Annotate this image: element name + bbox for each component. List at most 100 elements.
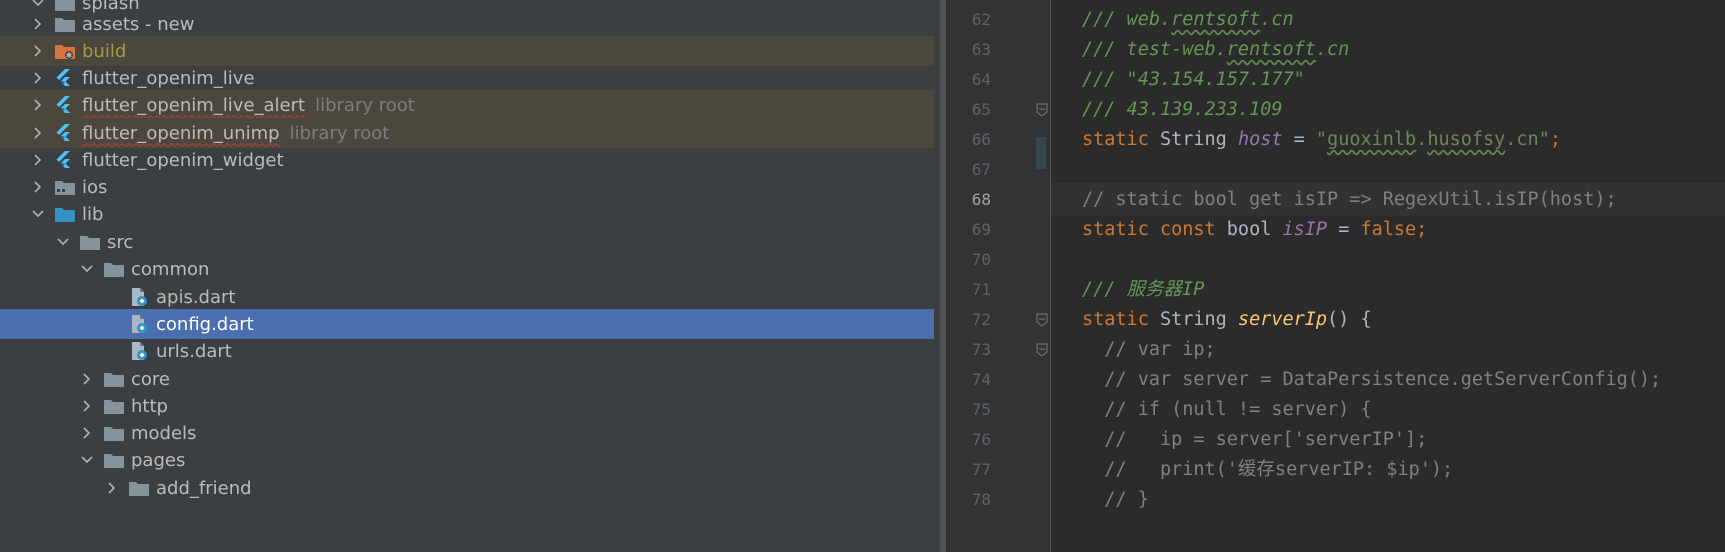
folder-icon [103, 451, 125, 469]
tree-item-ios[interactable]: ios [0, 172, 946, 202]
code-token: static const [1082, 219, 1227, 240]
tree-item-label: urls.dart [156, 340, 232, 362]
chevron-right-icon[interactable] [30, 43, 46, 59]
line-number: 67 [971, 160, 991, 179]
chevron-right-icon[interactable] [79, 425, 95, 441]
code-line[interactable]: // } [1051, 483, 1725, 516]
code-line[interactable] [1051, 243, 1725, 276]
code-token: // ip = server['serverIP']; [1082, 429, 1428, 450]
code-token: String [1159, 129, 1238, 150]
tree-item-apis-dart[interactable]: apis.dart [0, 282, 946, 312]
tree-item-build[interactable]: ✱ build [0, 36, 946, 66]
tree-item-label: ios [82, 176, 108, 198]
code-token: .cn [1315, 39, 1350, 60]
code-token: // } [1082, 489, 1149, 510]
line-number: 73 [971, 340, 991, 359]
tree-item-label: flutter_openim_widget [82, 149, 284, 171]
tree-item-label: flutter_openim_live [82, 67, 255, 89]
code-line[interactable]: static String serverIp() { [1051, 303, 1725, 336]
code-line[interactable]: // var server = DataPersistence.getServe… [1051, 363, 1725, 396]
project-tree[interactable]: splash assets - new ✱ build flutter_openim_l… [0, 0, 946, 552]
chevron-right-icon[interactable] [79, 371, 95, 387]
splitter-handle[interactable] [940, 0, 946, 552]
code-token: = [1327, 219, 1361, 240]
code-token: " [1315, 129, 1328, 150]
chevron-right-icon[interactable] [30, 97, 46, 113]
code-token: /// "43.154.157.177" [1082, 69, 1305, 90]
line-number: 76 [971, 430, 991, 449]
code-line[interactable]: // if (null != server) { [1051, 393, 1725, 426]
tree-item-urls-dart[interactable]: urls.dart [0, 336, 946, 366]
chevron-right-icon[interactable] [79, 398, 95, 414]
tree-item-http[interactable]: http [0, 391, 946, 421]
tree-item-flutter-openim-live-alert[interactable]: flutter_openim_live_alert library root [0, 90, 946, 120]
line-number: 72 [971, 310, 991, 329]
chevron-right-icon[interactable] [30, 179, 46, 195]
library-root-hint: library root [315, 94, 415, 116]
chevron-right-icon[interactable] [30, 16, 46, 32]
code-token: /// 43.139.233.109 [1082, 99, 1283, 120]
tree-item-lib[interactable]: lib [0, 199, 946, 229]
line-number: 65 [971, 100, 991, 119]
code-line[interactable]: /// test-web.rentsoft.cn [1051, 33, 1725, 66]
code-line[interactable]: /// 43.139.233.109 [1051, 93, 1725, 126]
chevron-right-icon[interactable] [30, 70, 46, 86]
chevron-right-icon[interactable] [104, 480, 120, 496]
svg-text:✱: ✱ [66, 51, 73, 60]
code-line[interactable]: static String host = "guoxinlb.husofsy.c… [1051, 123, 1725, 156]
code-token: false; [1360, 219, 1428, 240]
tree-item-label: core [131, 368, 170, 390]
code-line[interactable]: static const bool isIP = false; [1051, 213, 1725, 246]
tree-item-config-dart[interactable]: config.dart [0, 309, 946, 339]
tree-item-flutter-openim-widget[interactable]: flutter_openim_widget [0, 145, 946, 175]
tree-item-label: common [131, 258, 210, 280]
code-line[interactable] [1051, 153, 1725, 186]
code-token: String [1159, 309, 1238, 330]
tree-item-assets-new[interactable]: assets - new [0, 9, 946, 39]
chevron-down-icon[interactable] [79, 452, 95, 468]
line-number: 63 [971, 40, 991, 59]
folder-excluded-icon: ✱ [54, 42, 76, 60]
folder-icon [54, 15, 76, 33]
chevron-down-icon[interactable] [79, 261, 95, 277]
editor-gutter[interactable]: 62 63 64 65 66 67 68 69 70 71 72 73 74 75 76 77 78 [947, 0, 1051, 552]
tree-item-add-friend[interactable]: add_friend [0, 473, 946, 503]
vcs-change-marker[interactable] [1036, 137, 1046, 169]
tree-item-common[interactable]: common [0, 254, 946, 284]
fold-marker-icon[interactable] [1035, 102, 1049, 117]
tree-item-core[interactable]: core [0, 364, 946, 394]
code-line[interactable]: /// "43.154.157.177" [1051, 63, 1725, 96]
code-editor[interactable]: /// web.rentsoft.cn/// test-web.rentsoft… [1051, 0, 1725, 552]
code-token: /// web. [1082, 9, 1172, 30]
tree-item-flutter-openim-live[interactable]: flutter_openim_live [0, 63, 946, 93]
dart-file-icon [128, 342, 150, 360]
code-token: rentsoft [1226, 39, 1316, 60]
chevron-down-icon[interactable] [55, 234, 71, 250]
code-line[interactable]: /// 服务器IP [1051, 273, 1725, 306]
tree-item-flutter-openim-unimp[interactable]: flutter_openim_unimp library root [0, 118, 946, 148]
code-line[interactable]: // ip = server['serverIP']; [1051, 423, 1725, 456]
code-token: () { [1327, 309, 1372, 330]
code-line[interactable]: // var ip; [1051, 333, 1725, 366]
tree-item-src[interactable]: src [0, 227, 946, 257]
code-token: /// test-web. [1082, 39, 1227, 60]
code-token: static [1082, 309, 1160, 330]
code-token: serverIp [1237, 309, 1328, 330]
fold-marker-icon[interactable] [1035, 342, 1049, 357]
code-token: /// 服务器IP [1082, 279, 1205, 300]
tree-item-pages[interactable]: pages [0, 445, 946, 475]
tree-item-models[interactable]: models [0, 418, 946, 448]
chevron-right-icon[interactable] [30, 125, 46, 141]
line-number: 66 [971, 130, 991, 149]
chevron-down-icon[interactable] [30, 206, 46, 222]
code-line[interactable]: // static bool get isIP => RegexUtil.isI… [1051, 183, 1725, 216]
tree-item-label: http [131, 395, 168, 417]
tree-item-label: models [131, 422, 197, 444]
fold-marker-icon[interactable] [1035, 312, 1049, 327]
code-line[interactable]: // print('缓存serverIP: $ip'); [1051, 453, 1725, 486]
code-line[interactable]: /// web.rentsoft.cn [1051, 3, 1725, 36]
line-number: 75 [971, 400, 991, 419]
line-number: 62 [971, 10, 991, 29]
dart-file-icon [128, 288, 150, 306]
chevron-right-icon[interactable] [30, 152, 46, 168]
